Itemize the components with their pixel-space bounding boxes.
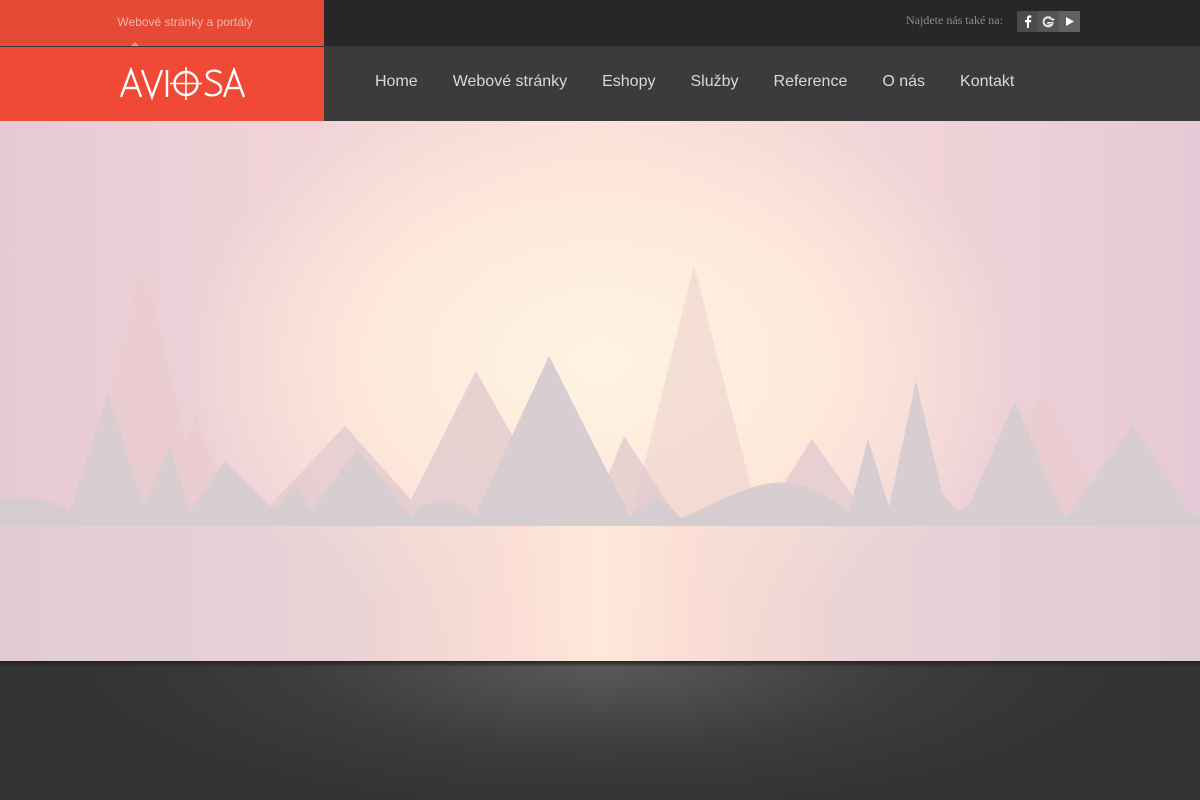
youtube-icon[interactable] bbox=[1059, 11, 1080, 32]
logo[interactable] bbox=[119, 66, 246, 106]
logo-box bbox=[0, 47, 324, 121]
nav-reference[interactable]: Reference bbox=[774, 72, 848, 92]
header: Home Webové stránky Eshopy Služby Refere… bbox=[0, 47, 1200, 121]
google-plus-icon[interactable] bbox=[1038, 11, 1059, 32]
nav-o-nas[interactable]: O nás bbox=[882, 72, 925, 92]
nav-eshopy[interactable]: Eshopy bbox=[602, 72, 655, 92]
find-us-label: Najdete nás také na: bbox=[906, 13, 1003, 27]
main-nav: Home Webové stránky Eshopy Služby Refere… bbox=[375, 72, 1049, 92]
nav-kontakt[interactable]: Kontakt bbox=[960, 72, 1014, 92]
tagline-caret-icon bbox=[131, 42, 139, 46]
top-bar: Webové stránky a portály Najdete nás tak… bbox=[0, 0, 1200, 47]
social-links bbox=[1017, 11, 1080, 32]
mountains-illustration bbox=[0, 256, 1200, 661]
facebook-icon[interactable] bbox=[1017, 11, 1038, 32]
nav-webove-stranky[interactable]: Webové stránky bbox=[453, 72, 567, 92]
footer-area bbox=[0, 661, 1200, 800]
hero-shadow bbox=[0, 661, 1200, 667]
hero-banner bbox=[0, 121, 1200, 661]
nav-sluzby[interactable]: Služby bbox=[690, 72, 738, 92]
nav-home[interactable]: Home bbox=[375, 72, 418, 92]
tagline: Webové stránky a portály bbox=[117, 15, 253, 29]
tagline-box: Webové stránky a portály bbox=[0, 0, 324, 46]
